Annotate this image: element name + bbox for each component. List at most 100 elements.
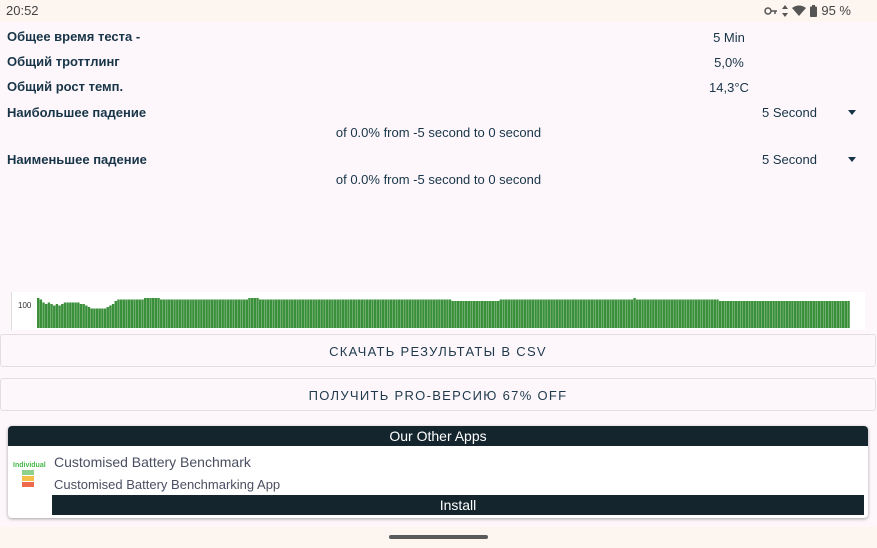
largest-drop-interval-dropdown[interactable]: 5 Second bbox=[762, 105, 862, 123]
chart-bar bbox=[681, 299, 684, 328]
chart-bar bbox=[585, 299, 588, 328]
chart-bar bbox=[355, 299, 358, 328]
chart-bar bbox=[184, 299, 187, 328]
chart-bar bbox=[138, 299, 142, 328]
chart-bar bbox=[293, 299, 297, 328]
chart-bar bbox=[630, 299, 634, 328]
chart-bar bbox=[74, 302, 77, 328]
chart-bar bbox=[641, 299, 644, 328]
chart-bar bbox=[751, 301, 754, 328]
chart-bar bbox=[323, 299, 326, 328]
chart-bar bbox=[176, 299, 179, 328]
chart-bar bbox=[657, 299, 660, 328]
chart-bar bbox=[668, 299, 671, 328]
battery-percent: 95 % bbox=[821, 3, 851, 18]
chart-bar bbox=[499, 299, 503, 328]
chart-bar bbox=[628, 299, 631, 328]
chart-bar bbox=[157, 298, 160, 328]
chart-bar bbox=[726, 301, 730, 328]
chart-bar bbox=[216, 299, 219, 328]
chart-bar bbox=[315, 299, 318, 328]
chart-bar bbox=[732, 301, 735, 328]
chart-bar bbox=[836, 301, 840, 328]
chart-bar bbox=[432, 299, 436, 328]
chart-bar bbox=[264, 299, 267, 328]
chart-bar bbox=[611, 299, 615, 328]
chart-bar bbox=[644, 299, 647, 328]
chart-bar bbox=[58, 305, 61, 328]
total-time-row: Общее время теста - 5 Min bbox=[0, 25, 877, 47]
chart-bar bbox=[422, 299, 425, 328]
chart-bar bbox=[240, 299, 243, 328]
chart-bar bbox=[111, 304, 115, 328]
chart-bar bbox=[53, 305, 56, 328]
smallest-drop-label: Наименьшее падение bbox=[7, 152, 147, 167]
throttling-chart-svg bbox=[37, 298, 850, 328]
chart-bar bbox=[550, 299, 553, 328]
chart-bar bbox=[670, 299, 674, 328]
chart-bar bbox=[542, 299, 545, 328]
chart-bar bbox=[521, 299, 524, 328]
chart-bar bbox=[702, 299, 706, 328]
chart-bar bbox=[226, 299, 230, 328]
chart-bar bbox=[518, 299, 521, 328]
chart-bar bbox=[173, 299, 176, 328]
chart-bar bbox=[165, 299, 168, 328]
chart-bar bbox=[566, 299, 569, 328]
chart-bar bbox=[724, 301, 727, 328]
chart-bar bbox=[371, 299, 374, 328]
install-button[interactable]: Install bbox=[52, 495, 864, 515]
status-icons: 95 % bbox=[764, 3, 851, 18]
chart-bar bbox=[114, 301, 117, 328]
wifi-icon bbox=[792, 5, 807, 16]
chart-bar bbox=[614, 299, 618, 328]
chart-bar bbox=[109, 305, 112, 328]
chart-bar bbox=[796, 301, 799, 328]
chart-bar bbox=[625, 299, 628, 328]
chart-bar bbox=[769, 301, 773, 328]
chart-bar bbox=[515, 299, 519, 328]
chart-bar bbox=[737, 301, 741, 328]
chart-bar bbox=[494, 301, 497, 328]
gesture-handle[interactable] bbox=[389, 535, 488, 539]
chart-bar bbox=[365, 299, 369, 328]
largest-drop-interval-value: 5 Second bbox=[762, 105, 817, 120]
chart-bar bbox=[90, 308, 93, 328]
chart-bar bbox=[200, 299, 203, 328]
chart-bar bbox=[555, 299, 559, 328]
smallest-drop-interval-dropdown[interactable]: 5 Second bbox=[762, 152, 862, 170]
get-pro-button[interactable]: ПОЛУЧИТЬ PRO-ВЕРСИЮ 67% OFF bbox=[0, 378, 876, 411]
chart-bar bbox=[443, 299, 446, 328]
chart-bar bbox=[66, 302, 69, 328]
chart-bar bbox=[601, 299, 604, 328]
chart-bar bbox=[127, 299, 131, 328]
chart-bar bbox=[427, 299, 430, 328]
chart-bar bbox=[513, 299, 516, 328]
chart-bar bbox=[697, 299, 700, 328]
chart-bar bbox=[735, 301, 738, 328]
total-throttling-row: Общий троттлинг 5,0% bbox=[0, 50, 877, 72]
chart-bar bbox=[69, 302, 72, 328]
chart-bar bbox=[809, 301, 813, 328]
chart-bar bbox=[248, 298, 251, 328]
chart-bar bbox=[299, 299, 302, 328]
chart-bar bbox=[122, 299, 125, 328]
chart-bar bbox=[42, 302, 45, 328]
throttling-chart: 100 bbox=[11, 292, 865, 330]
chart-bar bbox=[831, 301, 834, 328]
chart-bar bbox=[87, 307, 91, 328]
chart-bar bbox=[416, 299, 420, 328]
chart-bar bbox=[373, 299, 377, 328]
app-subtitle: Customised Battery Benchmarking App bbox=[54, 477, 281, 492]
chart-bar bbox=[352, 299, 355, 328]
chart-bar bbox=[336, 299, 339, 328]
download-csv-button[interactable]: СКАЧАТЬ РЕЗУЛЬТАТЫ В CSV bbox=[0, 334, 876, 367]
chart-bar bbox=[266, 299, 270, 328]
app-title[interactable]: Customised Battery Benchmark bbox=[54, 454, 251, 470]
chart-bar bbox=[812, 301, 815, 328]
chart-bar bbox=[547, 299, 551, 328]
chart-bar bbox=[446, 299, 449, 328]
chart-bar bbox=[186, 299, 190, 328]
battery-benchmark-app-icon[interactable]: Individual bbox=[13, 462, 46, 502]
chart-bar bbox=[526, 299, 529, 328]
